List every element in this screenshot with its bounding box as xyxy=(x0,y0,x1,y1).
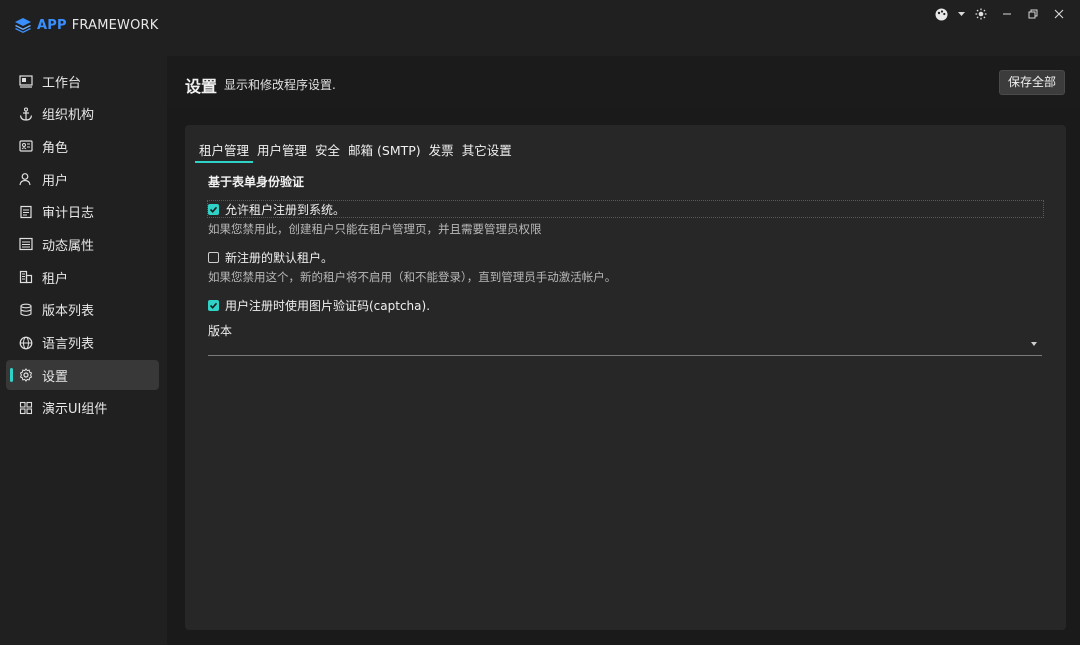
dashboard-icon xyxy=(19,74,33,88)
restore-icon[interactable] xyxy=(1020,4,1046,24)
checkbox-label: 新注册的默认租户。 xyxy=(225,251,334,265)
checkbox-checked-icon[interactable] xyxy=(208,203,219,215)
page-subtitle: 显示和修改程序设置. xyxy=(224,78,336,92)
page-header: 设置 显示和修改程序设置. 保存全部 xyxy=(167,56,1080,108)
brightness-icon[interactable] xyxy=(968,4,994,24)
sidebar-item-dashboard[interactable]: 工作台 xyxy=(6,66,159,96)
minimize-icon[interactable] xyxy=(994,4,1020,24)
brand-framework-text: FRAMEWORK xyxy=(71,17,159,33)
tenant-building-icon xyxy=(19,270,33,284)
settings-tabs: 租户管理 用户管理 安全 邮箱 (SMTP) 发票 其它设置 xyxy=(195,138,516,163)
tab-other-settings[interactable]: 其它设置 xyxy=(458,138,516,163)
sidebar-item-settings[interactable]: 设置 xyxy=(6,360,159,391)
tab-security[interactable]: 安全 xyxy=(311,138,344,163)
help-text: 如果您禁用此，创建租户只能在租户管理页，并且需要管理员权限 xyxy=(208,222,542,236)
help-text: 如果您禁用这个，新的租户将不启用（和不能登录），直到管理员手动激活帐户。 xyxy=(208,270,617,284)
sidebar-item-organization[interactable]: 组织机构 xyxy=(6,99,159,129)
allow-tenant-registration-checkbox[interactable]: 允许租户注册到系统。 xyxy=(207,200,1044,218)
sidebar-item-dynamic-properties[interactable]: 动态属性 xyxy=(6,229,159,259)
sidebar-item-label: 组织机构 xyxy=(42,108,95,124)
anchor-icon xyxy=(19,107,33,121)
sidebar-item-label: 版本列表 xyxy=(42,304,95,320)
sidebar-item-label: 演示UI组件 xyxy=(42,402,108,418)
globe-icon xyxy=(19,336,33,350)
sidebar-item-label: 角色 xyxy=(42,140,69,156)
gear-icon xyxy=(19,368,33,383)
tab-user-management[interactable]: 用户管理 xyxy=(253,138,311,163)
checkbox-label: 用户注册时使用图片验证码(captcha). xyxy=(225,299,431,313)
close-icon[interactable] xyxy=(1046,4,1072,24)
brand-app-text: APP xyxy=(37,17,67,33)
sidebar-item-label: 设置 xyxy=(42,369,69,385)
checkbox-unchecked-icon[interactable] xyxy=(208,252,219,263)
sidebar-item-label: 工作台 xyxy=(42,75,82,91)
sidebar-item-tenants[interactable]: 租户 xyxy=(6,262,159,292)
sidebar: 工作台 组织机构 角色 用户 审计日志 动态属性 租户 版本列表 语言列表 设置… xyxy=(0,56,167,645)
sidebar-item-users[interactable]: 用户 xyxy=(6,164,159,194)
user-icon xyxy=(19,172,33,186)
app-logo: APP FRAMEWORK xyxy=(14,17,158,33)
theme-palette-icon[interactable] xyxy=(928,4,954,24)
sidebar-item-label: 用户 xyxy=(42,173,69,189)
sidebar-item-label: 动态属性 xyxy=(42,238,95,254)
role-card-icon xyxy=(19,139,33,153)
tab-tenant-management[interactable]: 租户管理 xyxy=(195,138,254,163)
sidebar-item-audit-logs[interactable]: 审计日志 xyxy=(6,197,159,227)
sidebar-item-languages[interactable]: 语言列表 xyxy=(6,328,159,358)
tab-email-smtp[interactable]: 邮箱 (SMTP) xyxy=(344,138,425,163)
sidebar-item-editions[interactable]: 版本列表 xyxy=(6,295,159,325)
checkbox-label: 允许租户注册到系统。 xyxy=(225,202,346,217)
title-bar: APP FRAMEWORK xyxy=(0,0,1080,56)
dropdown-caret-icon[interactable] xyxy=(954,4,968,24)
checkbox-checked-icon[interactable] xyxy=(208,300,219,311)
tab-invoice[interactable]: 发票 xyxy=(425,138,458,163)
use-captcha-checkbox[interactable]: 用户注册时使用图片验证码(captcha). xyxy=(208,297,430,314)
dynamic-property-icon xyxy=(19,237,33,251)
page-title: 设置 xyxy=(185,77,218,96)
layers-logo-icon xyxy=(15,18,31,33)
chevron-down-icon[interactable] xyxy=(1031,342,1037,346)
database-icon xyxy=(19,303,33,317)
sidebar-item-label: 租户 xyxy=(42,271,69,287)
new-tenant-default-active-checkbox[interactable]: 新注册的默认租户。 xyxy=(208,249,333,266)
save-all-button[interactable]: 保存全部 xyxy=(998,70,1065,95)
edition-select[interactable] xyxy=(208,335,1042,356)
sidebar-item-label: 审计日志 xyxy=(42,206,95,222)
sidebar-item-demo-ui-components[interactable]: 演示UI组件 xyxy=(6,393,159,423)
sidebar-item-label: 语言列表 xyxy=(42,337,95,352)
section-title: 基于表单身份验证 xyxy=(208,175,305,189)
grid-components-icon xyxy=(19,401,33,415)
audit-log-icon xyxy=(19,205,33,219)
sidebar-item-roles[interactable]: 角色 xyxy=(6,131,159,161)
